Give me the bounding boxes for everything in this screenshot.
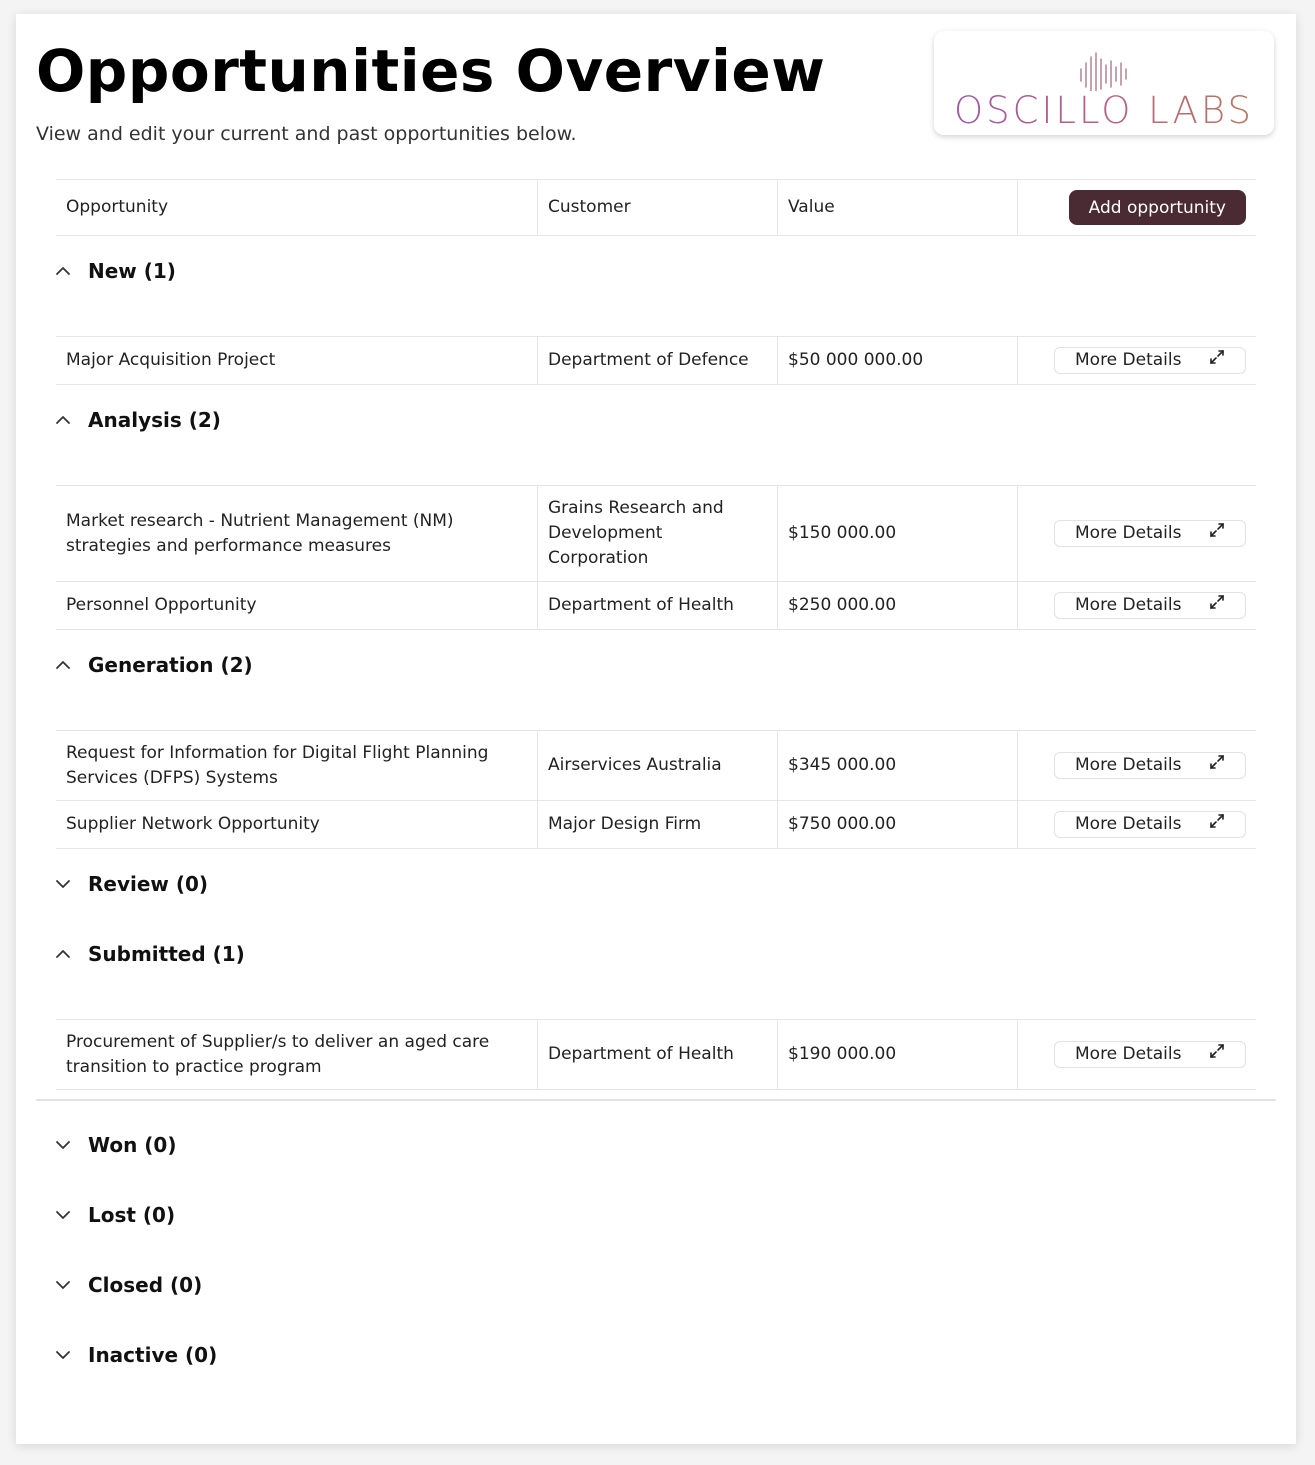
actions-cell: More Details [1017, 582, 1256, 629]
opportunity-name: Personnel Opportunity [66, 595, 257, 615]
chevron-down-icon[interactable] [52, 1134, 74, 1156]
chevron-up-icon[interactable] [52, 409, 74, 431]
table-row: Supplier Network Opportunity Major Design… [56, 801, 1256, 849]
group-spacer [56, 306, 1256, 337]
more-details-label: More Details [1075, 755, 1182, 775]
opportunity-name: Market research - Nutrient Management (N… [66, 510, 454, 556]
expand-icon [1209, 812, 1225, 837]
opportunity-name: Procurement of Supplier/s to deliver an … [66, 1031, 490, 1077]
group-header[interactable]: Closed (0) [56, 1250, 1256, 1320]
customer-name: Department of Health [537, 1020, 777, 1089]
group-label: Inactive (0) [88, 1343, 218, 1367]
chevron-down-icon[interactable] [52, 1274, 74, 1296]
table-row: Personnel Opportunity Department of Healt… [56, 582, 1256, 630]
chevron-down-icon[interactable] [52, 1344, 74, 1366]
actions-cell: More Details [1017, 486, 1256, 581]
group-label: New (1) [88, 259, 176, 283]
column-header-value: Value [777, 180, 1017, 235]
expand-icon [1209, 593, 1225, 618]
add-cell: Add opportunity [1017, 180, 1256, 235]
more-details-button[interactable]: More Details [1054, 520, 1246, 547]
group-header[interactable]: New (1) [56, 236, 1256, 306]
group-spacer [56, 455, 1256, 486]
more-details-button[interactable]: More Details [1054, 752, 1246, 779]
opportunity-value: $190 000.00 [777, 1020, 1017, 1089]
opportunity-value: $750 000.00 [777, 801, 1017, 848]
table-row: Request for Information for Digital Flig… [56, 731, 1256, 801]
page-title: Opportunities Overview [36, 37, 826, 105]
opportunity-value: $150 000.00 [777, 486, 1017, 581]
more-details-label: More Details [1075, 595, 1182, 615]
group-label: Submitted (1) [88, 942, 245, 966]
actions-cell: More Details [1017, 337, 1256, 384]
actions-cell: More Details [1017, 731, 1256, 800]
more-details-button[interactable]: More Details [1054, 1041, 1246, 1068]
add-opportunity-button[interactable]: Add opportunity [1068, 190, 1246, 225]
expand-icon [1209, 521, 1225, 546]
opportunities-card: Opportunities Overview View and edit you… [16, 14, 1296, 1444]
actions-cell: More Details [1017, 1020, 1256, 1089]
more-details-button[interactable]: More Details [1054, 811, 1246, 838]
more-details-label: More Details [1075, 814, 1182, 834]
customer-name: Airservices Australia [537, 731, 777, 800]
group-label: Analysis (2) [88, 408, 221, 432]
expand-icon [1209, 348, 1225, 373]
chevron-down-icon[interactable] [52, 1204, 74, 1226]
group-header[interactable]: Lost (0) [56, 1180, 1256, 1250]
page-subtitle: View and edit your current and past oppo… [36, 123, 577, 145]
more-details-label: More Details [1075, 523, 1182, 543]
more-details-button[interactable]: More Details [1054, 347, 1246, 374]
actions-cell: More Details [1017, 801, 1256, 848]
customer-name: Major Design Firm [537, 801, 777, 848]
column-header-customer: Customer [537, 180, 777, 235]
group-label: Review (0) [88, 872, 209, 896]
opportunity-name: Request for Information for Digital Flig… [66, 742, 489, 788]
opportunity-value: $345 000.00 [777, 731, 1017, 800]
expand-icon [1209, 753, 1225, 778]
more-details-label: More Details [1075, 1044, 1182, 1064]
group-header[interactable]: Generation (2) [56, 630, 1256, 700]
group-list: New (1) Major Acquisition Project Departme… [56, 236, 1256, 1390]
chevron-up-icon[interactable] [52, 654, 74, 676]
group-spacer [56, 989, 1256, 1020]
logo-text: OSCILLO LABS [944, 91, 1264, 131]
group-label: Won (0) [88, 1133, 177, 1157]
group-header[interactable]: Analysis (2) [56, 385, 1256, 455]
group-header[interactable]: Review (0) [56, 849, 1256, 919]
customer-name: Grains Research and Development Corporat… [537, 486, 777, 581]
table-row: Major Acquisition Project Department of D… [56, 337, 1256, 385]
group-label: Closed (0) [88, 1273, 203, 1297]
opportunity-value: $250 000.00 [777, 582, 1017, 629]
group-header[interactable]: Submitted (1) [56, 919, 1256, 989]
customer-name: Department of Health [537, 582, 777, 629]
expand-icon [1209, 1042, 1225, 1067]
customer-name: Department of Defence [537, 337, 777, 384]
table-row: Procurement of Supplier/s to deliver an … [56, 1020, 1256, 1090]
opportunities-table: Opportunity Customer Value Add opportuni… [56, 179, 1256, 1390]
group-label: Generation (2) [88, 653, 253, 677]
group-label: Lost (0) [88, 1203, 176, 1227]
soundwave-icon [1080, 52, 1127, 91]
group-header[interactable]: Inactive (0) [56, 1320, 1256, 1390]
company-logo: OSCILLO LABS [934, 31, 1274, 135]
section-divider [36, 1099, 1276, 1101]
chevron-up-icon[interactable] [52, 260, 74, 282]
opportunity-name: Major Acquisition Project [66, 350, 276, 370]
group-header[interactable]: Won (0) [56, 1110, 1256, 1180]
more-details-button[interactable]: More Details [1054, 592, 1246, 619]
group-spacer [56, 700, 1256, 731]
opportunity-value: $50 000 000.00 [777, 337, 1017, 384]
opportunity-name: Supplier Network Opportunity [66, 814, 320, 834]
column-header-opportunity: Opportunity [66, 197, 169, 217]
more-details-label: More Details [1075, 350, 1182, 370]
chevron-down-icon[interactable] [52, 873, 74, 895]
table-header: Opportunity Customer Value Add opportuni… [56, 179, 1256, 236]
table-row: Market research - Nutrient Management (N… [56, 486, 1256, 582]
chevron-up-icon[interactable] [52, 943, 74, 965]
